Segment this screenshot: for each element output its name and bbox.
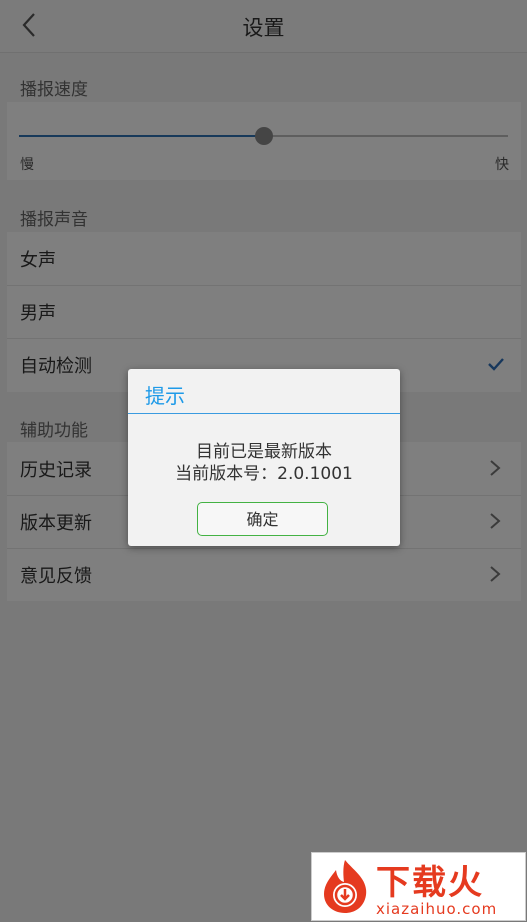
watermark: 下载火 xiazaihuo.com — [311, 852, 526, 921]
dialog-title: 提示 — [145, 384, 185, 408]
watermark-url: xiazaihuo.com — [376, 900, 498, 918]
info-dialog: 提示 目前已是最新版本 当前版本号：2.0.1001 确定 — [128, 369, 400, 546]
dialog-message-line2: 当前版本号：2.0.1001 — [175, 464, 353, 484]
watermark-brand: 下载火 — [376, 863, 484, 903]
flame-logo-icon — [324, 860, 367, 913]
dialog-divider — [128, 413, 400, 414]
ok-button[interactable]: 确定 — [197, 502, 328, 536]
